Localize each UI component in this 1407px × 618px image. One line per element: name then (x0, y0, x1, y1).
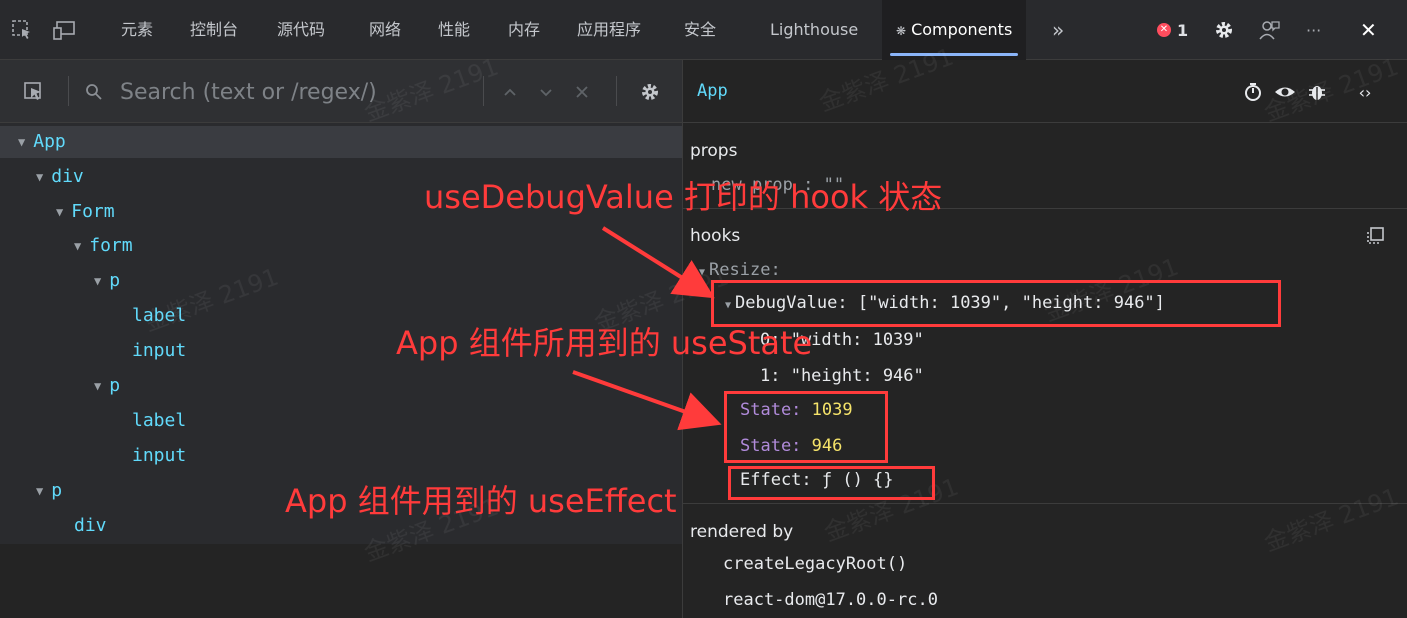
tab-components-label: Components (911, 20, 1013, 39)
feedback-icon[interactable] (1257, 18, 1281, 42)
device-toolbar-icon[interactable] (52, 18, 76, 42)
clear-search-icon[interactable] (570, 80, 594, 104)
settings-gear-icon[interactable] (1212, 18, 1236, 42)
tab-security[interactable]: 安全 (684, 0, 716, 60)
tree-node[interactable]: ▼ p (0, 370, 682, 402)
section-divider (683, 503, 1407, 504)
effect-highlight-box (728, 466, 935, 500)
expand-arrow-icon[interactable]: ▼ (18, 126, 25, 158)
tree-node[interactable]: ▼ p (0, 265, 682, 297)
error-counter[interactable]: ✕ 1 (1157, 0, 1188, 60)
props-heading: props (690, 141, 738, 161)
tree-toolbar (0, 60, 682, 123)
error-count: 1 (1177, 20, 1189, 40)
tab-sources[interactable]: 源代码 (277, 0, 325, 60)
debug-value-item[interactable]: 1: "height: 946" (760, 366, 924, 386)
tree-node[interactable]: ▼ form (0, 230, 682, 262)
more-options-button[interactable]: ··· (1306, 0, 1321, 60)
chevron-down-icon[interactable] (534, 80, 558, 104)
expand-arrow-icon[interactable]: ▼ (56, 196, 63, 228)
devtools-toolbar: 元素 控制台 源代码 网络 性能 内存 应用程序 安全 Lighthouse ❋… (0, 0, 1407, 60)
hooks-heading: hooks (690, 226, 741, 246)
expand-arrow-icon[interactable]: ▼ (94, 370, 101, 402)
expand-arrow-icon[interactable]: ▼ (74, 230, 81, 262)
annotation-use-state: App 组件所用到的 useState (396, 324, 813, 362)
tree-node[interactable]: label (0, 405, 682, 437)
toolbar-divider (616, 76, 617, 106)
tree-node[interactable]: ▼ App (0, 126, 682, 158)
expand-arrow-icon[interactable]: ▼ (36, 475, 43, 507)
rendered-by-item[interactable]: react-dom@17.0.0-rc.0 (723, 590, 938, 610)
state-highlight-box (724, 391, 888, 463)
selected-component-name: App (697, 81, 728, 101)
tab-elements[interactable]: 元素 (121, 0, 153, 60)
tab-application[interactable]: 应用程序 (577, 0, 641, 60)
inspect-element-icon[interactable] (10, 18, 34, 42)
expand-arrow-icon[interactable]: ▼ (36, 161, 43, 193)
rendered-by-heading: rendered by (690, 522, 794, 542)
select-element-icon[interactable] (22, 80, 46, 104)
annotation-use-effect: App 组件用到的 useEffect (285, 482, 677, 520)
tab-performance[interactable]: 性能 (438, 0, 470, 60)
react-icon: ❋ (896, 24, 907, 38)
tab-network[interactable]: 网络 (369, 0, 401, 60)
tab-lighthouse[interactable]: Lighthouse (770, 0, 858, 60)
chevron-up-icon[interactable] (498, 80, 522, 104)
toolbar-divider (68, 76, 69, 106)
tab-memory[interactable]: 内存 (508, 0, 540, 60)
close-devtools-button[interactable]: ✕ (1360, 0, 1377, 60)
annotation-debug-value: useDebugValue 打印的 hook 状态 (424, 178, 943, 216)
more-tabs-button[interactable]: » (1052, 0, 1064, 60)
search-icon (82, 80, 106, 104)
tab-console[interactable]: 控制台 (190, 0, 238, 60)
settings-gear-icon[interactable] (638, 80, 662, 104)
rendered-by-item[interactable]: createLegacyRoot() (723, 554, 907, 574)
copy-icon[interactable] (1363, 224, 1387, 248)
tree-node[interactable]: input (0, 440, 682, 472)
error-icon: ✕ (1157, 23, 1171, 37)
expand-arrow-icon[interactable]: ▼ (94, 265, 101, 297)
